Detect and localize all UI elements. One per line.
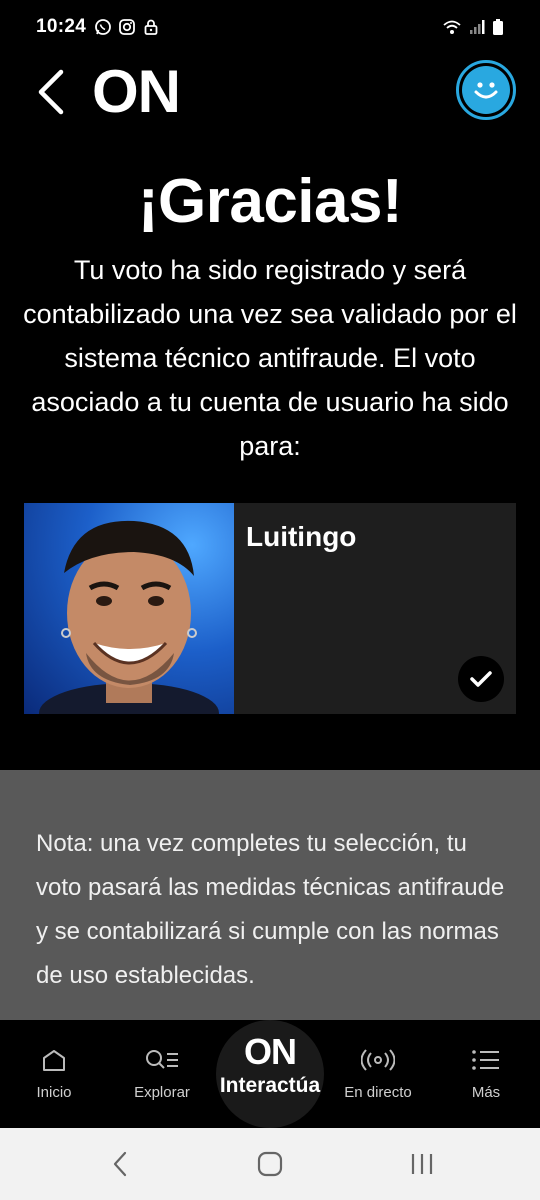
status-bar: 10:24 <box>0 0 540 54</box>
status-system-icons <box>442 18 504 36</box>
checkmark-icon <box>470 671 492 687</box>
nav-item-mas[interactable]: Más <box>446 1020 526 1128</box>
nav-item-interactua[interactable]: ON Interactúa <box>216 1020 324 1128</box>
chevron-left-icon <box>38 69 64 115</box>
candidate-name: Luitingo <box>246 521 357 552</box>
thanks-title: ¡Gracias! <box>137 167 403 236</box>
system-back-icon <box>113 1151 127 1177</box>
nav-label-mas: Más <box>471 1084 501 1101</box>
nav-label-inicio: Inicio <box>36 1084 72 1101</box>
lock-icon <box>144 19 158 35</box>
system-back-button[interactable] <box>100 1146 140 1182</box>
bottom-nav: Inicio Explorar ON Interactúa En directo… <box>0 1020 540 1128</box>
system-recents-button[interactable] <box>402 1146 442 1182</box>
live-broadcast-icon <box>361 1049 395 1071</box>
system-home-icon <box>257 1151 283 1177</box>
vote-card: Luitingo <box>24 503 516 714</box>
system-home-button[interactable] <box>250 1146 290 1182</box>
status-time: 10:24 <box>36 16 87 37</box>
home-icon <box>43 1050 65 1071</box>
thanks-message: Tu voto ha sido registrado y será contab… <box>23 255 517 461</box>
nav-item-inicio[interactable]: Inicio <box>14 1020 94 1128</box>
on-logo-icon: ON <box>244 1031 297 1072</box>
note-text: Nota: una vez completes tu selección, tu… <box>36 830 505 989</box>
status-notification-icons <box>94 18 160 36</box>
nav-label-interactua: Interactúa <box>219 1074 321 1097</box>
menu-list-icon <box>472 1050 499 1070</box>
nav-item-explorar[interactable]: Explorar <box>120 1020 204 1128</box>
vote-info: Luitingo <box>234 503 516 714</box>
nav-label-en-directo: En directo <box>344 1084 412 1101</box>
profile-avatar-button[interactable] <box>456 60 516 120</box>
system-nav-bar <box>0 1128 540 1200</box>
whatsapp-icon <box>95 19 112 35</box>
back-button[interactable] <box>26 64 74 120</box>
wifi-icon <box>443 20 461 34</box>
candidate-portrait-illustration <box>39 520 219 714</box>
smiley-face-icon <box>462 66 510 114</box>
nav-item-en-directo[interactable]: En directo <box>338 1020 418 1128</box>
app-header: ON <box>0 54 540 130</box>
instagram-icon <box>119 19 136 35</box>
note-box: Nota: una vez completes tu selección, tu… <box>0 770 540 1020</box>
system-recents-icon <box>411 1154 433 1174</box>
signal-icon <box>470 20 485 34</box>
search-list-icon <box>146 1050 178 1069</box>
candidate-photo <box>24 503 234 714</box>
battery-icon <box>493 19 503 35</box>
app-logo: ON <box>92 58 181 125</box>
nav-label-explorar: Explorar <box>134 1084 190 1101</box>
selected-check-badge <box>458 656 504 702</box>
